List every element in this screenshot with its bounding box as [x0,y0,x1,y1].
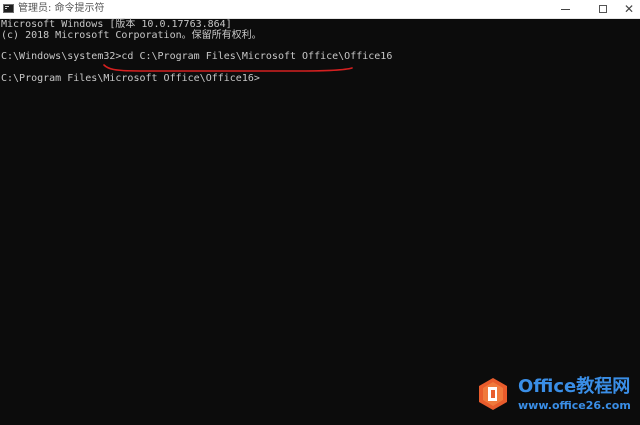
cmd-app-icon [3,4,14,13]
watermark-title: Office教程网 [518,376,631,397]
title-bar[interactable]: 管理员: 命令提示符 ✕ [0,0,640,19]
watermark-url: www.office26.com [518,399,631,412]
close-icon: ✕ [623,2,635,16]
office-logo-icon [479,378,507,410]
red-underline-annotation [103,64,353,72]
console-output[interactable]: Microsoft Windows [版本 10.0.17763.864] (c… [0,19,640,425]
watermark: Office教程网 www.office26.com [478,376,638,416]
window-title: 管理员: 命令提示符 [18,3,105,14]
close-button[interactable]: ✕ [614,0,640,18]
minimize-button[interactable] [550,0,580,18]
maximize-icon [599,5,607,13]
minimize-icon [560,8,570,10]
